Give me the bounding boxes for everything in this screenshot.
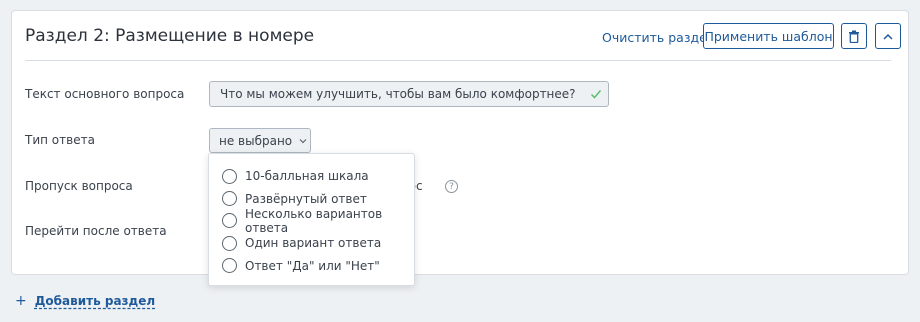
answer-type-select[interactable]: не выбрано bbox=[209, 128, 311, 153]
add-section-button[interactable]: + Добавить раздел bbox=[15, 293, 155, 309]
apply-template-button[interactable]: Применить шаблон bbox=[703, 23, 834, 49]
goto-after-answer-label: Перейти после ответа bbox=[25, 224, 167, 238]
header-divider bbox=[25, 60, 891, 61]
option-label: Ответ "Да" или "Нет" bbox=[245, 258, 380, 273]
radio-icon[interactable] bbox=[222, 213, 237, 229]
check-icon bbox=[590, 90, 602, 99]
answer-type-dropdown: 10-балльная шкала Развёрнутый ответ Неск… bbox=[208, 153, 415, 286]
chevron-up-icon bbox=[883, 33, 893, 40]
plus-icon: + bbox=[15, 293, 27, 309]
clear-section-link[interactable]: Очистить раздел bbox=[602, 30, 715, 45]
answer-type-value: не выбрано bbox=[219, 133, 293, 148]
option-label: Развёрнутый ответ bbox=[245, 191, 367, 206]
option-multiple-choice[interactable]: Несколько вариантов ответа bbox=[209, 206, 414, 235]
question-text-value: Что мы можем улучшить, чтобы вам было ко… bbox=[220, 87, 576, 101]
delete-section-button[interactable] bbox=[841, 23, 867, 49]
option-yes-no[interactable]: Ответ "Да" или "Нет" bbox=[209, 255, 414, 277]
option-label: 10-балльная шкала bbox=[245, 169, 369, 184]
radio-icon[interactable] bbox=[222, 235, 237, 251]
trash-icon bbox=[849, 30, 859, 43]
option-label: Несколько вариантов ответа bbox=[245, 206, 383, 235]
answer-type-label: Тип ответа bbox=[25, 133, 95, 147]
option-10-point-scale[interactable]: 10-балльная шкала bbox=[209, 165, 414, 187]
chevron-down-icon bbox=[299, 138, 307, 143]
help-icon[interactable]: ? bbox=[445, 180, 458, 193]
skip-question-label: Пропуск вопроса bbox=[25, 179, 133, 193]
add-section-label: Добавить раздел bbox=[34, 294, 156, 308]
radio-icon[interactable] bbox=[222, 191, 237, 207]
section-card: Раздел 2: Размещение в номере Очистить р… bbox=[11, 10, 909, 275]
section-title: Раздел 2: Размещение в номере bbox=[25, 26, 315, 46]
option-single-choice[interactable]: Один вариант ответа bbox=[209, 232, 414, 254]
question-text-label: Текст основного вопроса bbox=[25, 87, 185, 101]
collapse-section-button[interactable] bbox=[875, 23, 901, 49]
radio-icon[interactable] bbox=[222, 168, 237, 184]
option-label: Один вариант ответа bbox=[245, 236, 382, 251]
radio-icon[interactable] bbox=[222, 258, 237, 274]
question-text-input[interactable]: Что мы можем улучшить, чтобы вам было ко… bbox=[209, 81, 609, 107]
